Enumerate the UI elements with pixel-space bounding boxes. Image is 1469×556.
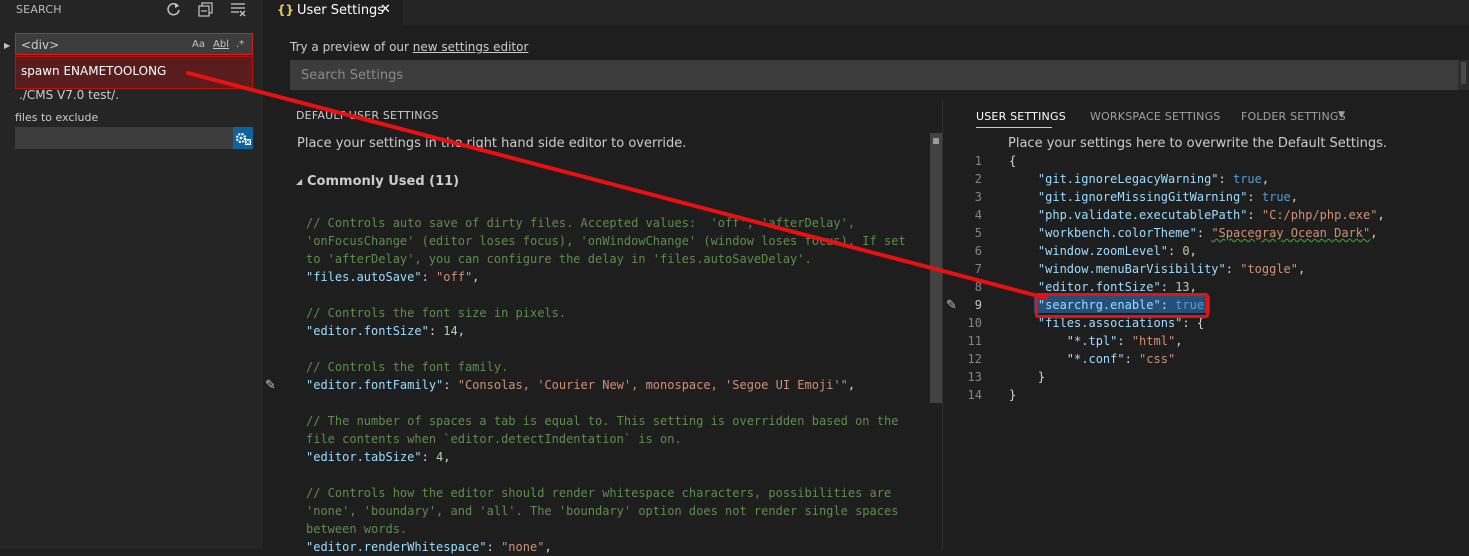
line-number: 1 [974, 154, 982, 168]
code-line[interactable]: "git.ignoreMissingGitWarning": true, [1009, 188, 1298, 206]
code-comment: file contents when `editor.detectIndenta… [306, 432, 682, 446]
match-case-toggle[interactable]: Aa [192, 39, 205, 50]
close-icon[interactable]: ✕ [380, 2, 391, 17]
code-line[interactable]: "window.zoomLevel": 0, [1009, 242, 1197, 260]
line-number: 12 [967, 352, 982, 366]
chevron-down-icon[interactable]: ▼ [1338, 110, 1345, 120]
code-line[interactable]: "git.ignoreLegacyWarning": true, [1009, 170, 1269, 188]
scrollbar-marker [933, 138, 939, 144]
use-exclude-settings-gear-icon[interactable] [233, 127, 253, 149]
tab-folder-settings[interactable]: FOLDER SETTINGS [1241, 110, 1346, 123]
collapse-all-icon[interactable] [197, 0, 215, 18]
code-line[interactable]: "php.validate.executablePath": "C:/php/p… [1009, 206, 1385, 224]
setting-line: "editor.fontFamily": "Consolas, 'Courier… [306, 378, 856, 392]
toggle-replace-chevron-icon[interactable]: ▶ [4, 41, 10, 50]
search-input-value: <div> [21, 38, 60, 52]
line-number: 7 [974, 262, 982, 276]
code-line[interactable]: "workbench.colorTheme": "Spacegray Ocean… [1009, 224, 1378, 242]
search-input[interactable]: <div> Aa Abl .* [15, 33, 253, 55]
code-line[interactable]: { [1009, 152, 1016, 170]
edit-pencil-icon[interactable]: ✎ [946, 298, 957, 313]
setting-line: "editor.fontSize": 14, [306, 324, 465, 338]
search-settings-input[interactable]: Search Settings [290, 60, 1458, 90]
preview-notice: Try a preview of our new settings editor [290, 40, 528, 54]
clear-results-icon[interactable] [229, 0, 247, 18]
scrollbar-thumb[interactable] [1461, 62, 1466, 84]
preview-notice-text: Try a preview of our [290, 40, 413, 54]
tab-user-settings[interactable]: {} User Settings ✕ [263, 0, 403, 25]
code-comment: 'none', 'boundary', and 'all'. The 'boun… [306, 504, 899, 518]
setting-line: "editor.renderWhitespace": "none", [306, 540, 552, 554]
match-whole-word-toggle[interactable]: Abl [213, 39, 229, 50]
code-line[interactable]: } [1009, 386, 1016, 404]
refresh-icon[interactable] [165, 0, 183, 18]
code-line[interactable]: "*.tpl": "html", [1009, 332, 1183, 350]
error-text: spawn ENAMETOOLONG [21, 64, 167, 78]
line-number-active: 9 [974, 298, 982, 312]
code-comment: // Controls the font family. [306, 360, 509, 374]
default-settings-title: DEFAULT USER SETTINGS [296, 109, 439, 122]
files-to-exclude-input[interactable] [15, 127, 233, 149]
code-line[interactable]: } [1009, 368, 1045, 386]
chevron-down-icon[interactable]: ◢ [296, 177, 302, 186]
code-comment: // Controls the font size in pixels. [306, 306, 567, 320]
tab-user-settings-pane[interactable]: USER SETTINGS [976, 110, 1066, 123]
code-comment: 'onFocusChange' (editor loses focus), 'o… [306, 234, 906, 248]
edit-pencil-icon[interactable]: ✎ [265, 378, 276, 393]
tab-workspace-settings[interactable]: WORKSPACE SETTINGS [1090, 110, 1221, 123]
use-regex-toggle[interactable]: .* [236, 39, 244, 50]
tab-title: User Settings [297, 3, 385, 18]
annotation-highlight-box [1035, 293, 1209, 318]
line-number: 10 [967, 316, 982, 330]
files-to-exclude-label: files to exclude [15, 111, 99, 124]
code-line[interactable]: "*.conf": "css" [1009, 350, 1175, 368]
search-sidebar: SEARCH ▶ <div> Aa Abl .* spawn ENAMETOOL… [0, 0, 263, 549]
line-number: 13 [967, 370, 982, 384]
json-file-icon: {} [277, 3, 295, 17]
code-comment: between words. [306, 522, 408, 536]
line-number: 11 [967, 334, 982, 348]
line-number: 14 [967, 388, 982, 402]
line-number: 5 [974, 226, 982, 240]
line-number: 8 [974, 280, 982, 294]
code-line[interactable]: "window.menuBarVisibility": "toggle", [1009, 260, 1305, 278]
line-number: 6 [974, 244, 982, 258]
search-error-message: spawn ENAMETOOLONG [15, 56, 253, 89]
code-comment: // The number of spaces a tab is equal t… [306, 414, 899, 428]
commonly-used-section-header[interactable]: Commonly Used (11) [307, 174, 459, 189]
code-comment: to 'afterDelay', you can configure the d… [306, 252, 812, 266]
line-number: 2 [974, 172, 982, 186]
new-settings-editor-link[interactable]: new settings editor [413, 40, 529, 54]
files-to-include-input[interactable]: ./CMS V7.0 test/. [19, 88, 119, 102]
line-number: 4 [974, 208, 982, 222]
scrollbar-thumb[interactable] [930, 133, 942, 403]
line-number: 3 [974, 190, 982, 204]
code-comment: // Controls how the editor should render… [306, 486, 892, 500]
search-settings-placeholder: Search Settings [301, 68, 404, 83]
pane-divider[interactable] [942, 100, 943, 549]
user-settings-description: Place your settings here to overwrite th… [1008, 136, 1387, 151]
setting-line: "files.autoSave": "off", [306, 270, 480, 284]
setting-line: "editor.tabSize": 4, [306, 450, 451, 464]
default-settings-description: Place your settings in the right hand si… [297, 136, 687, 151]
sidebar-title: SEARCH [16, 3, 62, 16]
editor-tab-bar: {} User Settings ✕ [263, 0, 1469, 25]
code-comment: // Controls auto save of dirty files. Ac… [306, 216, 856, 230]
active-tab-underline [976, 127, 1052, 128]
